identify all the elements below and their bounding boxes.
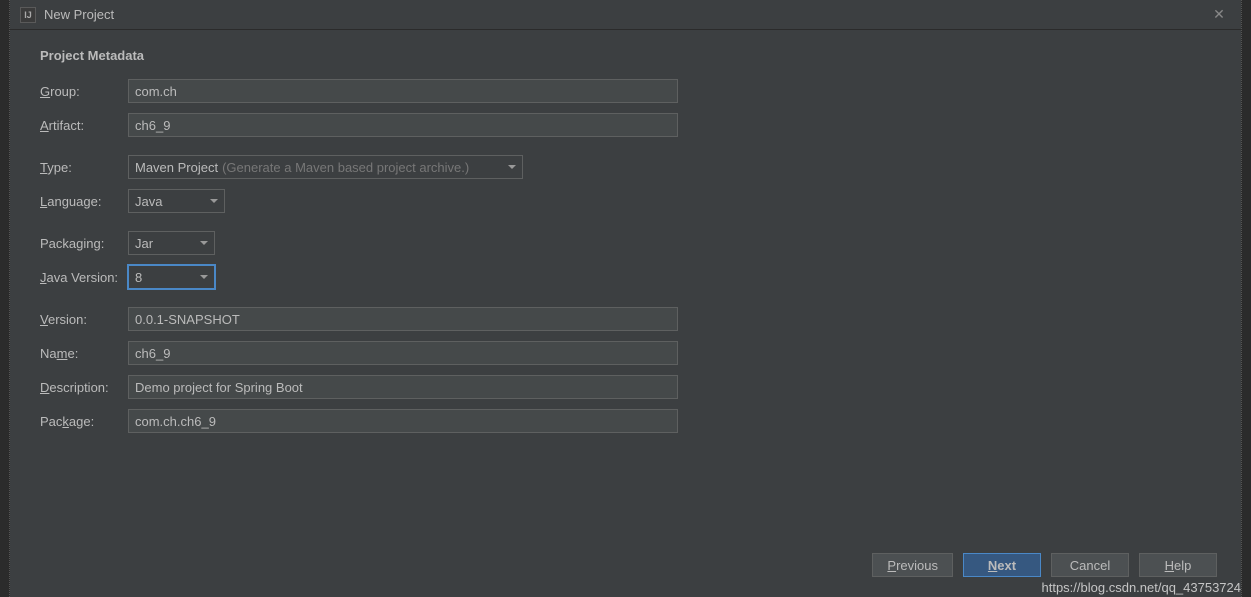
left-edge-decor	[0, 0, 10, 597]
label-version: Version:	[40, 312, 128, 327]
description-input[interactable]	[128, 375, 678, 399]
label-description: Description:	[40, 380, 128, 395]
type-value: Maven Project	[135, 160, 218, 175]
packaging-dropdown[interactable]: Jar	[128, 231, 215, 255]
name-input[interactable]	[128, 341, 678, 365]
label-package: Package:	[40, 414, 128, 429]
row-language: Language: Java	[40, 189, 1211, 213]
row-type: Type: Maven Project (Generate a Maven ba…	[40, 155, 1211, 179]
label-language: Language:	[40, 194, 128, 209]
app-icon: IJ	[20, 7, 36, 23]
language-value: Java	[135, 194, 162, 209]
button-bar: Previous Next Cancel Help	[872, 553, 1217, 577]
package-input[interactable]	[128, 409, 678, 433]
version-input[interactable]	[128, 307, 678, 331]
row-group: Group:	[40, 79, 1211, 103]
row-version: Version:	[40, 307, 1211, 331]
label-type: Type:	[40, 160, 128, 175]
type-dropdown[interactable]: Maven Project (Generate a Maven based pr…	[128, 155, 523, 179]
row-package: Package:	[40, 409, 1211, 433]
cancel-button[interactable]: Cancel	[1051, 553, 1129, 577]
language-dropdown[interactable]: Java	[128, 189, 225, 213]
java-version-dropdown[interactable]: 8	[128, 265, 215, 289]
row-description: Description:	[40, 375, 1211, 399]
row-artifact: Artifact:	[40, 113, 1211, 137]
label-group: Group:	[40, 84, 128, 99]
label-packaging: Packaging:	[40, 236, 128, 251]
group-input[interactable]	[128, 79, 678, 103]
label-java-version: Java Version:	[40, 270, 128, 285]
label-artifact: Artifact:	[40, 118, 128, 133]
right-edge-decor	[1241, 0, 1251, 597]
window-title: New Project	[44, 7, 1207, 22]
close-icon[interactable]: ✕	[1207, 3, 1231, 27]
section-title: Project Metadata	[40, 48, 1211, 63]
packaging-value: Jar	[135, 236, 153, 251]
type-hint: (Generate a Maven based project archive.…	[222, 160, 469, 175]
row-packaging: Packaging: Jar	[40, 231, 1211, 255]
content-area: Project Metadata Group: Artifact: Type: …	[10, 30, 1241, 539]
row-java-version: Java Version: 8	[40, 265, 1211, 289]
previous-button[interactable]: Previous	[872, 553, 953, 577]
titlebar: IJ New Project ✕	[10, 0, 1241, 30]
new-project-dialog: IJ New Project ✕ Project Metadata Group:…	[10, 0, 1241, 589]
label-name: Name:	[40, 346, 128, 361]
artifact-input[interactable]	[128, 113, 678, 137]
help-button[interactable]: Help	[1139, 553, 1217, 577]
row-name: Name:	[40, 341, 1211, 365]
next-button[interactable]: Next	[963, 553, 1041, 577]
java-version-value: 8	[135, 270, 142, 285]
